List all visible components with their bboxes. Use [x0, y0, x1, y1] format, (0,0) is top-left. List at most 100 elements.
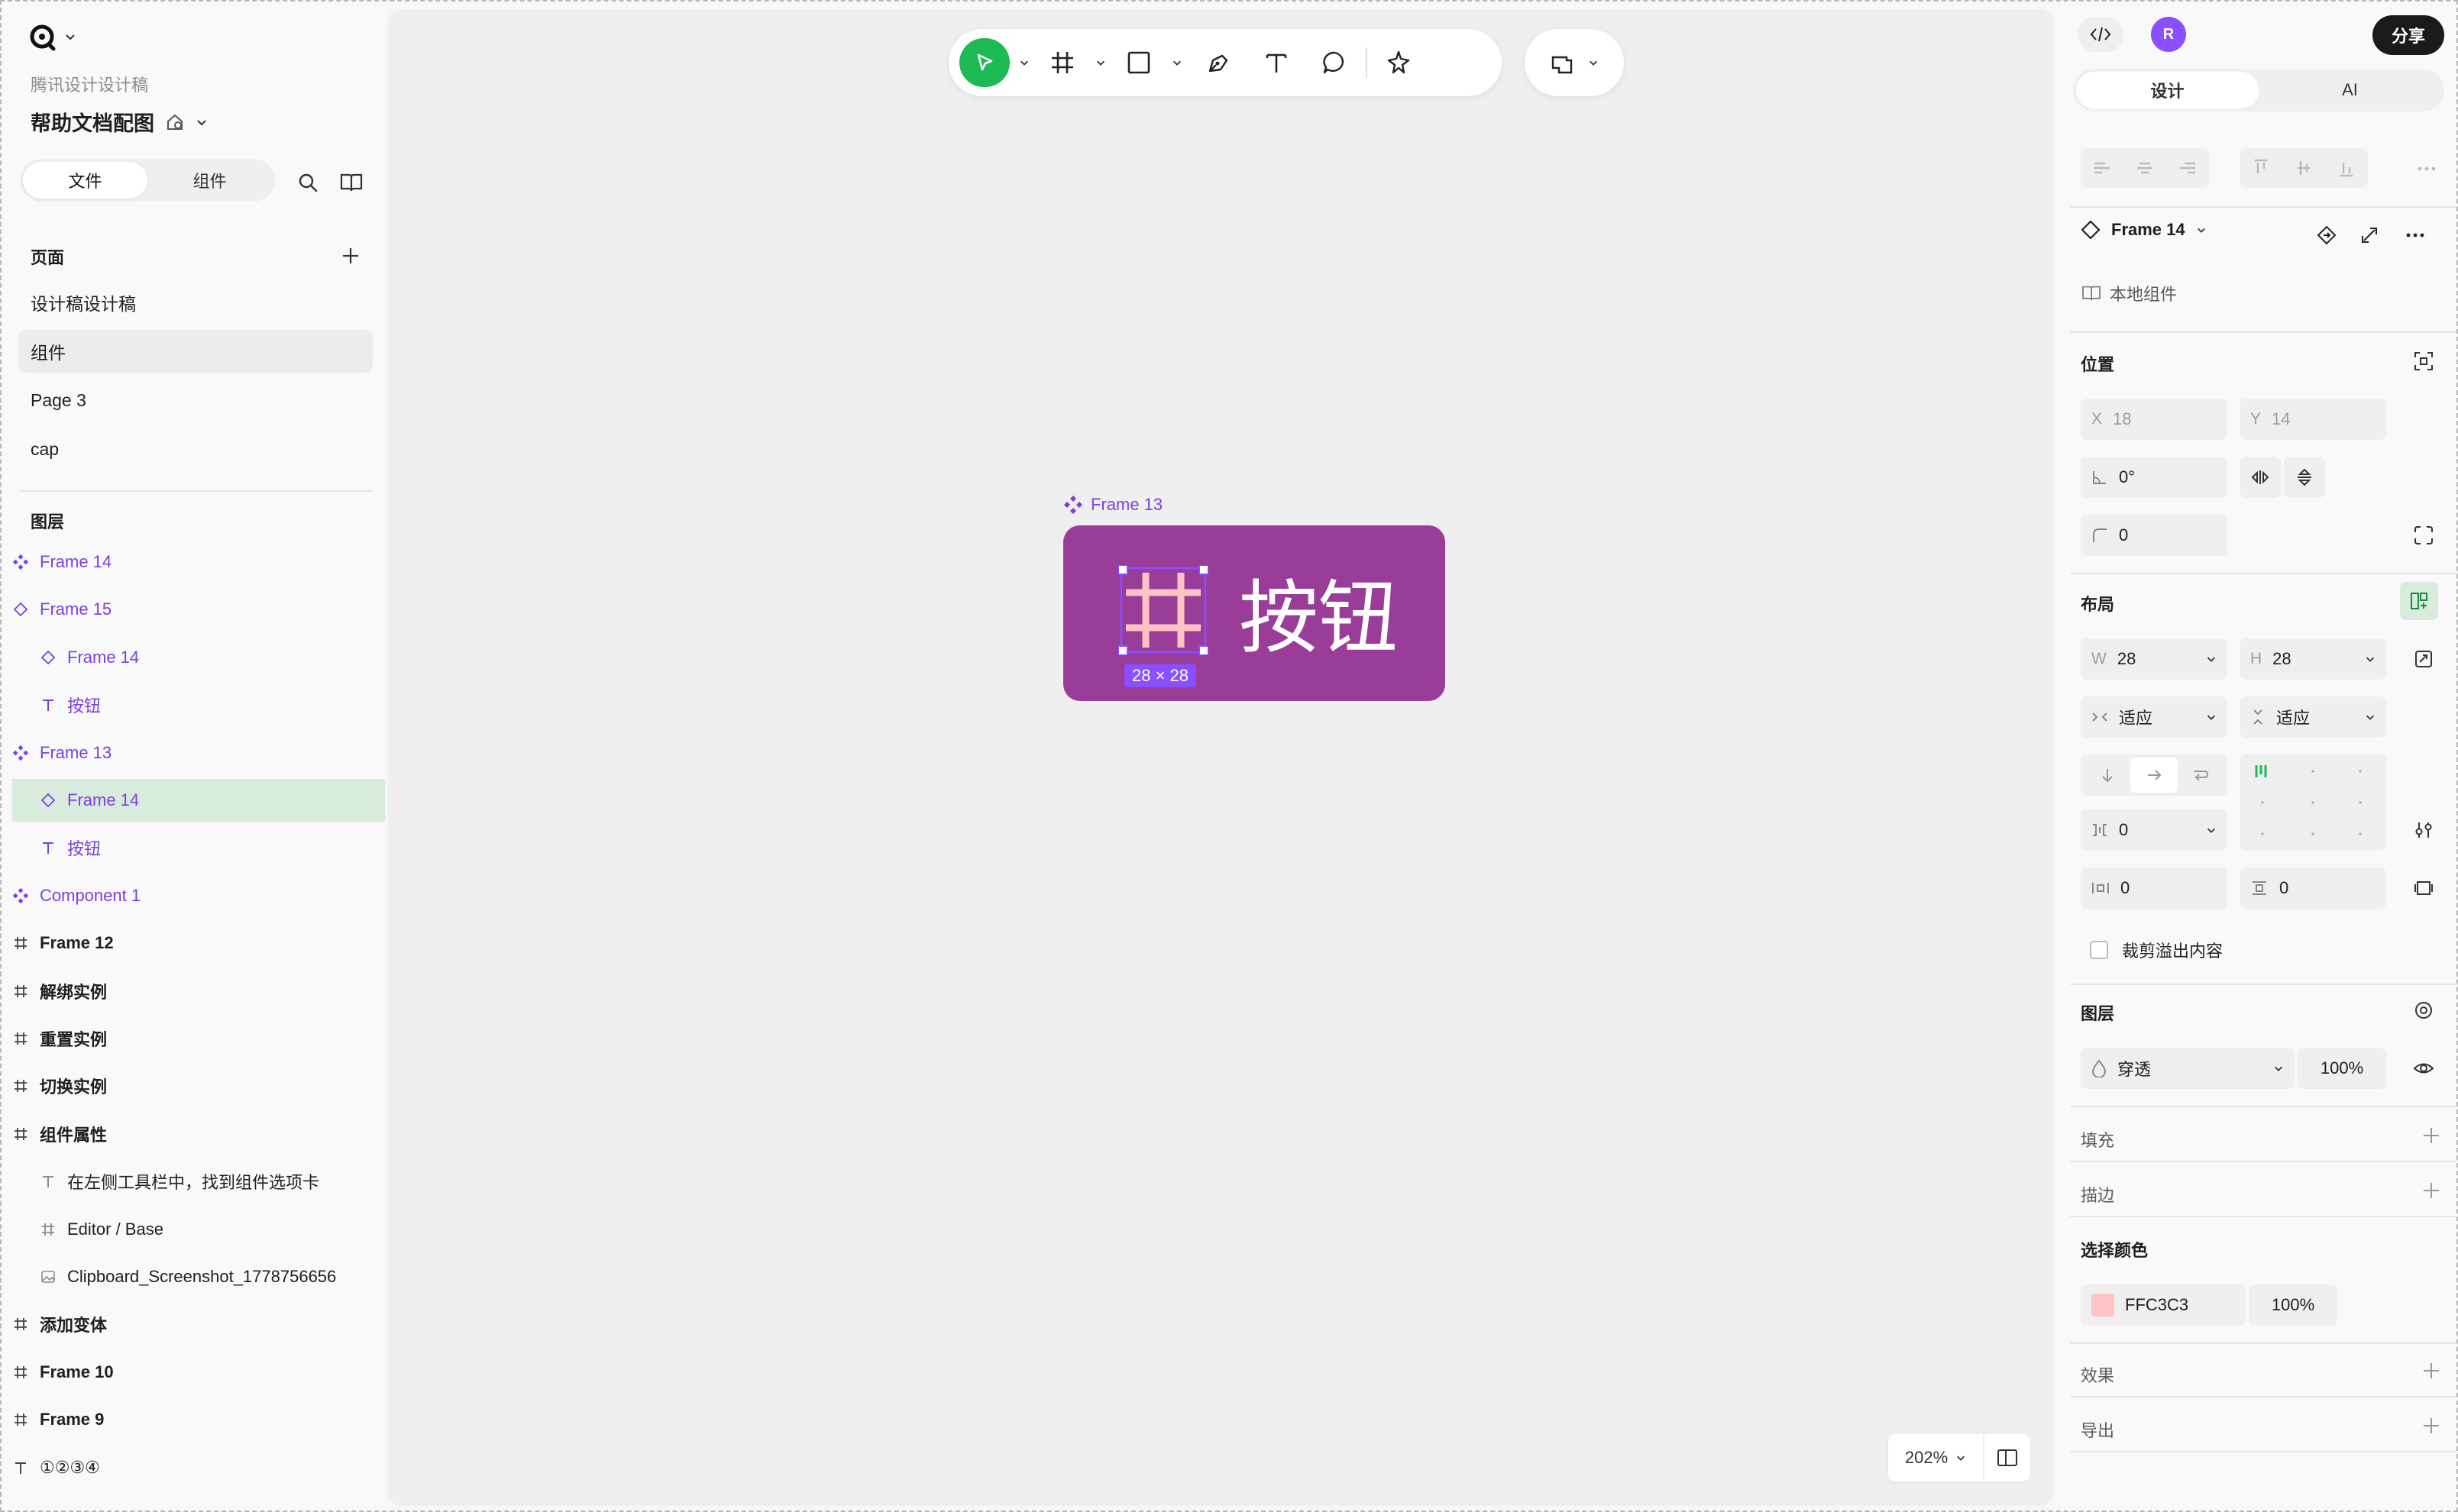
avatar[interactable]: R	[2151, 17, 2186, 52]
direction-vertical-icon[interactable]	[2084, 758, 2130, 793]
align-bottom-icon[interactable]	[2325, 148, 2368, 188]
width-sizing-select[interactable]: 适应	[2081, 696, 2227, 738]
flip-horizontal-icon[interactable]	[2240, 457, 2281, 498]
page-item-page3[interactable]: Page 3	[18, 379, 373, 422]
align-left-icon[interactable]	[2081, 148, 2123, 188]
y-field[interactable]: Y 14	[2240, 399, 2386, 440]
layer-row[interactable]: 在左侧工具栏中，找到组件选项卡	[12, 1160, 385, 1203]
direction-wrap-icon[interactable]	[2178, 758, 2224, 793]
padding-horizontal-field[interactable]: 0	[2081, 867, 2227, 909]
clip-content-checkbox[interactable]: 裁剪溢出内容	[2090, 938, 2223, 962]
height-field[interactable]: H 28	[2240, 638, 2386, 680]
layer-row[interactable]: ①②③④	[12, 1446, 385, 1489]
layer-row[interactable]: Clipboard_Screenshot_1778756656	[12, 1255, 385, 1298]
individual-padding-icon[interactable]	[2411, 875, 2437, 901]
layer-row[interactable]: 添加变体	[12, 1303, 385, 1346]
select-tool[interactable]	[959, 38, 1010, 87]
direction-horizontal-icon[interactable]	[2130, 758, 2178, 793]
advanced-layout-icon[interactable]	[2411, 817, 2437, 843]
auto-layout-icon[interactable]	[2400, 582, 2438, 620]
align-right-icon[interactable]	[2166, 148, 2209, 188]
layer-row[interactable]: 切换实例	[12, 1065, 385, 1107]
tab-files[interactable]: 文件	[23, 162, 147, 199]
page-item-design[interactable]: 设计稿设计稿	[18, 281, 373, 324]
layer-row[interactable]: Frame 13	[12, 732, 385, 774]
more-align-icon[interactable]	[2415, 157, 2438, 180]
extra-tools-group[interactable]	[1525, 29, 1624, 96]
align-middle-icon[interactable]	[2282, 148, 2325, 188]
shape-tool-menu[interactable]	[1167, 38, 1187, 87]
padding-vertical-field[interactable]: 0	[2240, 867, 2386, 909]
layer-row[interactable]: Component 1	[12, 874, 385, 917]
layer-settings-icon[interactable]	[2411, 997, 2437, 1023]
opacity-field[interactable]: 100%	[2298, 1048, 2386, 1089]
alignment-grid[interactable]	[2240, 754, 2386, 851]
blend-mode-select[interactable]: 穿透	[2081, 1048, 2295, 1089]
share-button[interactable]: 分享	[2372, 15, 2444, 55]
reset-instance-icon[interactable]	[2356, 223, 2383, 247]
page-item-components[interactable]: 组件	[18, 330, 373, 373]
color-swatch[interactable]	[2091, 1294, 2114, 1317]
selection-color-opacity[interactable]: 100%	[2249, 1284, 2337, 1326]
component-name-row[interactable]: Frame 14	[2081, 220, 2207, 240]
visibility-eye-icon[interactable]	[2411, 1055, 2437, 1081]
layer-row[interactable]: Frame 14	[12, 779, 385, 822]
rotation-field[interactable]: 0°	[2081, 457, 2227, 498]
layer-row[interactable]: Frame 10	[12, 1351, 385, 1394]
independent-corners-icon[interactable]	[2411, 522, 2437, 548]
button-text[interactable]: 按钮	[1239, 553, 1398, 668]
ai-tool[interactable]	[1372, 38, 1425, 87]
text-tool[interactable]	[1250, 38, 1303, 87]
layer-row[interactable]: Frame 15	[12, 588, 385, 631]
frame-tool[interactable]	[1039, 38, 1086, 87]
library-book-icon[interactable]	[338, 170, 365, 195]
align-top-icon[interactable]	[2240, 148, 2282, 188]
add-stroke-plus-icon[interactable]	[2420, 1179, 2443, 1202]
pen-tool[interactable]	[1192, 38, 1245, 87]
local-component-link[interactable]: 本地组件	[2081, 281, 2177, 305]
aspect-lock-icon[interactable]	[2411, 646, 2437, 672]
width-field[interactable]: W 28	[2081, 638, 2227, 680]
align-center-icon[interactable]	[2123, 148, 2166, 188]
rectangle-tool[interactable]	[1115, 38, 1163, 87]
dev-mode-button[interactable]	[2078, 17, 2123, 52]
height-sizing-select[interactable]: 适应	[2240, 696, 2386, 738]
tab-design[interactable]: 设计	[2076, 72, 2259, 108]
panel-toggle[interactable]	[1984, 1449, 2030, 1467]
layer-row[interactable]: Frame 14	[12, 541, 385, 583]
layer-row[interactable]: Frame 12	[12, 922, 385, 964]
layer-row[interactable]: 组件属性	[12, 1113, 385, 1155]
frame-13-label[interactable]: Frame 13	[1063, 495, 1163, 515]
add-page-plus-icon[interactable]	[338, 243, 364, 269]
go-to-main-component-icon[interactable]	[2313, 223, 2340, 247]
layer-row[interactable]: 重置实例	[12, 1017, 385, 1060]
layer-row[interactable]: 解绑实例	[12, 970, 385, 1013]
flip-vertical-icon[interactable]	[2284, 457, 2325, 498]
add-effect-plus-icon[interactable]	[2420, 1359, 2443, 1382]
selection-color-field[interactable]: FFC3C3	[2081, 1284, 2246, 1326]
app-logo-menu[interactable]	[27, 21, 96, 52]
project-title[interactable]: 帮助文档配图	[31, 107, 208, 137]
page-item-cap[interactable]: cap	[18, 428, 373, 470]
search-icon[interactable]	[295, 170, 321, 195]
comment-tool[interactable]	[1308, 38, 1361, 87]
focus-frame-icon[interactable]	[2411, 348, 2437, 374]
layer-row[interactable]: 按钮	[12, 683, 385, 726]
add-export-plus-icon[interactable]	[2420, 1414, 2443, 1437]
select-tool-menu[interactable]	[1014, 38, 1034, 87]
tab-components[interactable]: 组件	[147, 162, 272, 199]
layer-row[interactable]: Editor / Base	[12, 1208, 385, 1251]
layer-row[interactable]: Frame 9	[12, 1398, 385, 1441]
layer-row[interactable]: 按钮	[12, 826, 385, 869]
grid-icon-selected[interactable]	[1118, 565, 1208, 655]
x-field[interactable]: X 18	[2081, 399, 2227, 440]
frame-tool-menu[interactable]	[1091, 38, 1111, 87]
more-options-icon[interactable]	[2400, 223, 2431, 247]
gap-field[interactable]: 0	[2081, 809, 2227, 851]
layer-row[interactable]: Frame 14	[12, 636, 385, 679]
add-fill-plus-icon[interactable]	[2420, 1124, 2443, 1147]
canvas[interactable]	[388, 9, 2053, 1506]
zoom-level[interactable]: 202%	[1888, 1434, 1984, 1481]
tab-ai[interactable]: AI	[2259, 72, 2441, 108]
corner-radius-field[interactable]: 0	[2081, 515, 2227, 556]
